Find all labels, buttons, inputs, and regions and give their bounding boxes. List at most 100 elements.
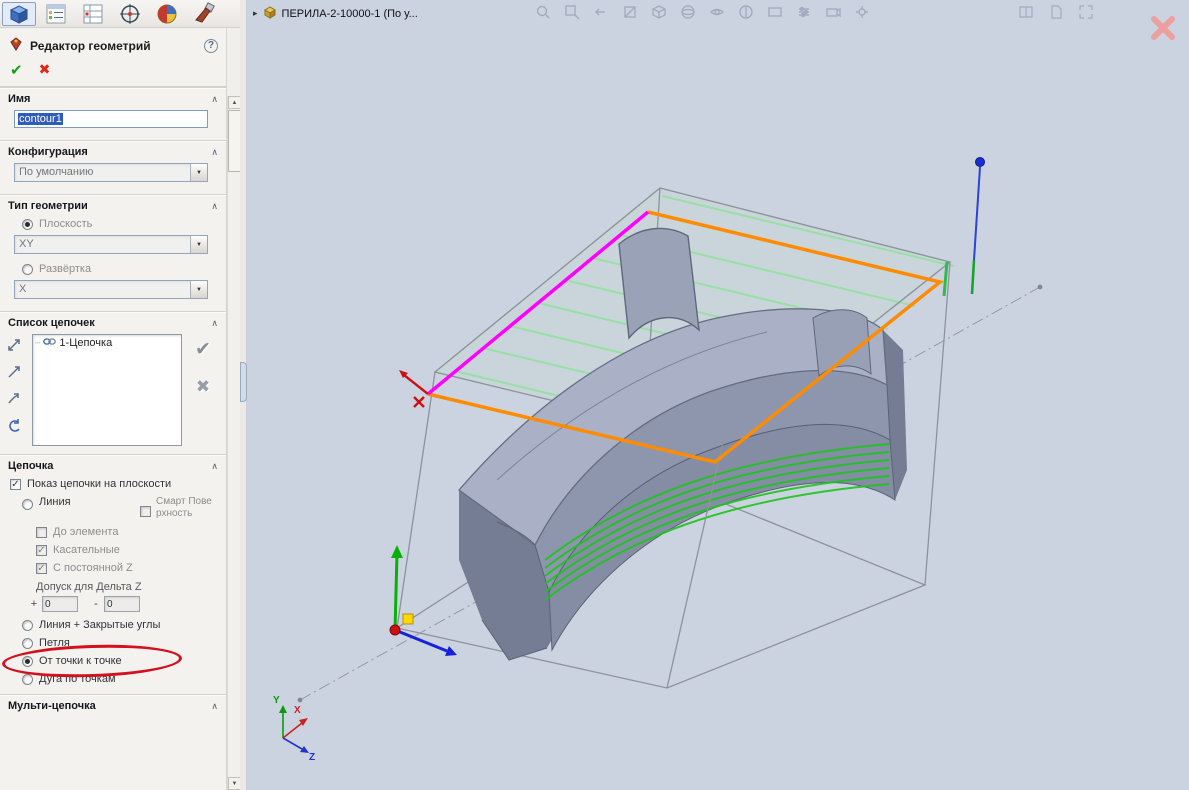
feature-tree-header[interactable]: ▸ ПЕРИЛА-2-10000-1 (По у...: [253, 5, 418, 22]
section-view-icon[interactable]: [619, 2, 641, 22]
loop-radio[interactable]: [22, 637, 33, 649]
dropdown-arrow-icon[interactable]: ▼: [190, 281, 207, 298]
panel-scrollbar[interactable]: ▲ ▼: [227, 96, 241, 790]
document-title: ПЕРИЛА-2-10000-1 (По у...: [281, 7, 418, 20]
tree-expand-icon[interactable]: ▸: [253, 8, 258, 19]
fullscreen-icon[interactable]: [1075, 2, 1097, 22]
loop-row: Петля: [0, 634, 226, 652]
main-toolbar: [0, 0, 247, 28]
chevron-up-icon[interactable]: ∧: [211, 701, 218, 712]
display-style-icon[interactable]: [677, 2, 699, 22]
left-column: Редактор геометрий ? ✔ ✖ Имя ∧ contour1: [0, 0, 247, 790]
name-input[interactable]: contour1: [14, 110, 208, 128]
section-multi-chain-header[interactable]: Мульти-цепочка ∧: [0, 695, 226, 715]
extend-chain-icon[interactable]: [4, 390, 24, 408]
arc-points-label: Дуга по точкам: [39, 673, 116, 685]
point-to-point-label: От точки к точке: [39, 655, 122, 667]
chain-tools: [4, 334, 28, 446]
smart-surface-checkbox[interactable]: [140, 506, 151, 517]
show-chain-checkbox[interactable]: [10, 478, 21, 490]
options-icon[interactable]: [851, 2, 873, 22]
chain-item-label: 1-Цепочка: [59, 337, 113, 349]
reverse-chain-icon[interactable]: [4, 336, 24, 354]
viewport-settings-icon[interactable]: [793, 2, 815, 22]
chain-listbox[interactable]: ┄ 1-Цепочка: [32, 334, 182, 446]
coordsys-icon[interactable]: [113, 2, 147, 26]
ok-button[interactable]: ✔: [10, 61, 23, 79]
camera-icon[interactable]: [822, 2, 844, 22]
section-chain-list-header[interactable]: Список цепочек ∧: [0, 312, 226, 332]
point-to-point-radio[interactable]: [22, 655, 33, 667]
list-item[interactable]: ┄ 1-Цепочка: [35, 337, 179, 349]
stock-icon[interactable]: [150, 2, 184, 26]
previous-view-icon[interactable]: [590, 2, 612, 22]
sheet-icon[interactable]: [1045, 2, 1067, 22]
plane-radio[interactable]: [22, 218, 33, 230]
dropdown-arrow-icon[interactable]: ▼: [190, 164, 207, 181]
to-element-label: До элемента: [53, 526, 119, 538]
appearance-icon[interactable]: [735, 2, 757, 22]
graphics-area[interactable]: Y X Z ▸ ПЕРИЛА-2-10000-1 (По у...: [247, 0, 1189, 790]
chevron-up-icon[interactable]: ∧: [211, 147, 218, 158]
3d-scene: Y X Z: [273, 157, 1043, 763]
section-chain-list: Список цепочек ∧ ┄ 1-Цепочка ✔ ✖: [0, 311, 226, 454]
tree-line-icon: ┄: [35, 337, 41, 348]
section-chain-label: Цепочка: [8, 460, 54, 472]
cancel-button[interactable]: ✖: [39, 61, 51, 79]
configuration-value: По умолчанию: [19, 166, 94, 178]
section-chain-header[interactable]: Цепочка ∧: [0, 455, 226, 475]
machine-tool-icon[interactable]: [187, 2, 221, 26]
plane-select-value: XY: [19, 238, 34, 250]
plus-sign: +: [30, 598, 38, 610]
dropdown-arrow-icon[interactable]: ▼: [190, 236, 207, 253]
help-icon[interactable]: ?: [204, 38, 218, 53]
to-element-row: До элемента: [0, 523, 226, 541]
section-multi-chain: Мульти-цепочка ∧: [0, 694, 226, 721]
splitter-handle[interactable]: [240, 362, 247, 402]
hide-items-icon[interactable]: [706, 2, 728, 22]
view-orientation-icon[interactable]: [648, 2, 670, 22]
undo-icon[interactable]: [4, 417, 24, 435]
scene-icon[interactable]: [764, 2, 786, 22]
line-radio[interactable]: [22, 499, 33, 510]
section-name: Имя ∧ contour1: [0, 87, 226, 140]
zoom-fit-icon[interactable]: [532, 2, 554, 22]
delta-z-minus-input[interactable]: [104, 596, 140, 612]
panel-header: Редактор геометрий ?: [0, 28, 226, 59]
chevron-up-icon[interactable]: ∧: [211, 201, 218, 212]
section-configuration-header[interactable]: Конфигурация ∧: [0, 141, 226, 161]
geometry-editor-panel: Редактор геометрий ? ✔ ✖ Имя ∧ contour1: [0, 28, 227, 790]
constant-z-checkbox[interactable]: [36, 562, 47, 574]
line-mode-row: Линия Смарт Поверхность: [0, 493, 226, 523]
chevron-up-icon[interactable]: ∧: [211, 94, 218, 105]
delta-z-plus-input[interactable]: [42, 596, 78, 612]
tool-table-icon[interactable]: [76, 2, 110, 26]
line-corners-radio[interactable]: [22, 619, 33, 631]
configuration-select[interactable]: По умолчанию ▼: [14, 163, 208, 182]
accept-chain-button[interactable]: ✔: [195, 338, 211, 361]
unfold-radio[interactable]: [22, 263, 33, 275]
chevron-up-icon[interactable]: ∧: [211, 318, 218, 329]
plane-select[interactable]: XY ▼: [14, 235, 208, 254]
close-icon[interactable]: [1149, 14, 1177, 42]
pane-icon[interactable]: [1015, 2, 1037, 22]
geometry-editor-icon: [8, 36, 24, 55]
operations-manager-icon[interactable]: [39, 2, 73, 26]
unfold-select[interactable]: X ▼: [14, 280, 208, 299]
panel-splitter: [240, 0, 247, 790]
solidcam-part-icon[interactable]: [2, 2, 36, 26]
delta-z-label: Допуск для Дельта Z: [36, 581, 142, 593]
to-element-checkbox[interactable]: [36, 526, 47, 538]
section-name-header[interactable]: Имя ∧: [0, 88, 226, 108]
arc-points-radio[interactable]: [22, 673, 33, 685]
chain-direction-icon[interactable]: [4, 363, 24, 381]
delete-chain-button[interactable]: ✖: [196, 377, 210, 397]
unfold-radio-row: Развёртка: [0, 260, 226, 278]
section-geometry-type-header[interactable]: Тип геометрии ∧: [0, 195, 226, 215]
chevron-up-icon[interactable]: ∧: [211, 461, 218, 472]
tangent-checkbox[interactable]: [36, 544, 47, 556]
reference-point: [970, 157, 985, 295]
section-configuration-label: Конфигурация: [8, 146, 88, 158]
line-corners-row: Линия + Закрытые углы: [0, 616, 226, 634]
zoom-area-icon[interactable]: [561, 2, 583, 22]
